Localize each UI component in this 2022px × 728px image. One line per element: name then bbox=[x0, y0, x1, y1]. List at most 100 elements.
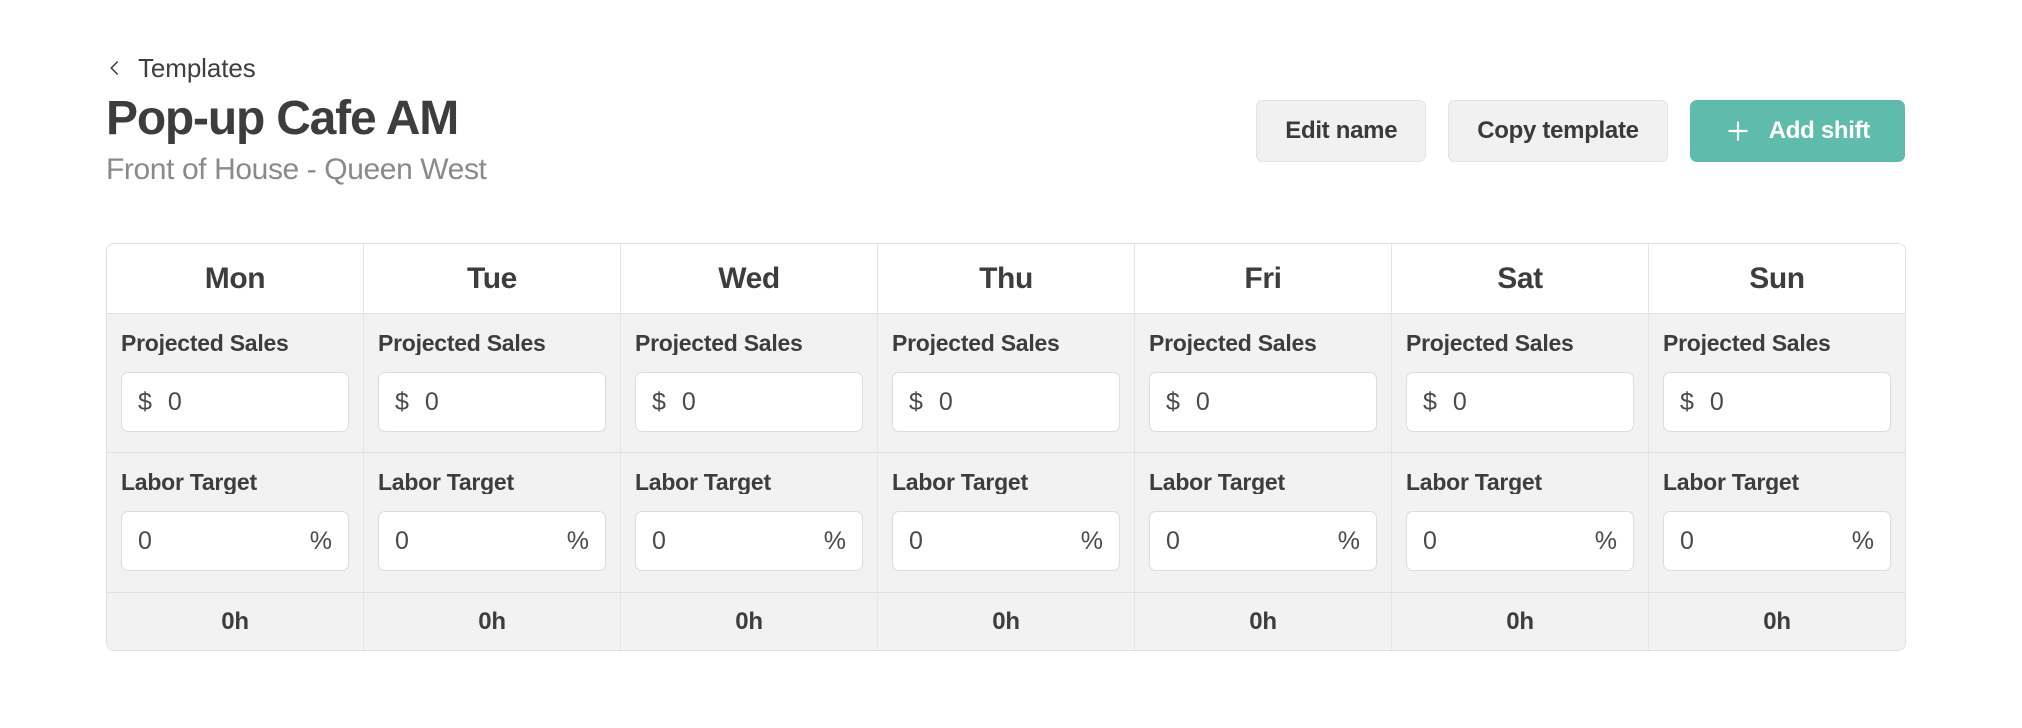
currency-symbol: $ bbox=[1166, 387, 1180, 416]
projected-sales-input-mon[interactable]: $ 0 bbox=[121, 372, 349, 432]
projected-sales-input-sat[interactable]: $ 0 bbox=[1406, 372, 1634, 432]
currency-symbol: $ bbox=[395, 387, 409, 416]
projected-sales-value: 0 bbox=[1709, 389, 1724, 415]
projected-sales-label: Projected Sales bbox=[121, 332, 289, 355]
total-hours-cell-mon: 0h bbox=[107, 593, 364, 650]
projected-sales-label: Projected Sales bbox=[635, 332, 803, 355]
copy-template-button-label: Copy template bbox=[1477, 117, 1639, 144]
total-hours-row: 0h 0h 0h 0h 0h 0h 0h bbox=[107, 593, 1905, 650]
total-hours-value: 0h bbox=[1506, 607, 1534, 635]
labor-target-input-fri[interactable]: 0 % bbox=[1149, 511, 1377, 571]
labor-target-cell-tue: Labor Target 0 % bbox=[364, 453, 621, 593]
labor-target-cell-mon: Labor Target 0 % bbox=[107, 453, 364, 593]
page-subtitle: Front of House - Queen West bbox=[106, 152, 487, 186]
projected-sales-cell-tue: Projected Sales $ 0 bbox=[364, 313, 621, 453]
projected-sales-label: Projected Sales bbox=[1663, 332, 1831, 355]
labor-target-row: Labor Target 0 % Labor Target 0 % Labor … bbox=[107, 453, 1905, 593]
plus-icon bbox=[1725, 118, 1751, 144]
projected-sales-input-tue[interactable]: $ 0 bbox=[378, 372, 606, 432]
projected-sales-input-fri[interactable]: $ 0 bbox=[1149, 372, 1377, 432]
day-label: Wed bbox=[718, 261, 780, 295]
breadcrumb-label: Templates bbox=[138, 53, 256, 83]
labor-target-label: Labor Target bbox=[378, 471, 514, 494]
labor-target-cell-sun: Labor Target 0 % bbox=[1649, 453, 1905, 593]
total-hours-value: 0h bbox=[735, 607, 763, 635]
projected-sales-input-sun[interactable]: $ 0 bbox=[1663, 372, 1891, 432]
currency-symbol: $ bbox=[909, 387, 923, 416]
total-hours-cell-thu: 0h bbox=[878, 593, 1135, 650]
percent-symbol: % bbox=[823, 526, 846, 555]
projected-sales-input-thu[interactable]: $ 0 bbox=[892, 372, 1120, 432]
day-label: Mon bbox=[204, 261, 266, 295]
total-hours-value: 0h bbox=[1763, 607, 1791, 635]
percent-symbol: % bbox=[1594, 526, 1617, 555]
labor-target-label: Labor Target bbox=[1406, 471, 1542, 494]
projected-sales-value: 0 bbox=[167, 389, 182, 415]
labor-target-cell-thu: Labor Target 0 % bbox=[878, 453, 1135, 593]
labor-target-value: 0 bbox=[1166, 528, 1180, 554]
chevron-left-icon bbox=[106, 59, 124, 77]
edit-name-button-label: Edit name bbox=[1285, 117, 1398, 144]
currency-symbol: $ bbox=[1423, 387, 1437, 416]
percent-symbol: % bbox=[1337, 526, 1360, 555]
labor-target-value: 0 bbox=[909, 528, 923, 554]
labor-target-input-sat[interactable]: 0 % bbox=[1406, 511, 1634, 571]
day-label: Fri bbox=[1244, 261, 1282, 295]
percent-symbol: % bbox=[1851, 526, 1874, 555]
percent-symbol: % bbox=[566, 526, 589, 555]
projected-sales-input-wed[interactable]: $ 0 bbox=[635, 372, 863, 432]
labor-target-value: 0 bbox=[652, 528, 666, 554]
projected-sales-label: Projected Sales bbox=[1149, 332, 1317, 355]
labor-target-input-wed[interactable]: 0 % bbox=[635, 511, 863, 571]
labor-target-label: Labor Target bbox=[635, 471, 771, 494]
projected-sales-label: Projected Sales bbox=[892, 332, 1060, 355]
total-hours-value: 0h bbox=[1249, 607, 1277, 635]
labor-target-label: Labor Target bbox=[892, 471, 1028, 494]
total-hours-cell-sun: 0h bbox=[1649, 593, 1905, 650]
labor-target-input-sun[interactable]: 0 % bbox=[1663, 511, 1891, 571]
percent-symbol: % bbox=[1080, 526, 1103, 555]
edit-name-button[interactable]: Edit name bbox=[1256, 100, 1427, 162]
labor-target-input-tue[interactable]: 0 % bbox=[378, 511, 606, 571]
page-title: Pop-up Cafe AM bbox=[106, 92, 459, 145]
table-header-row: Mon Tue Wed Thu Fri Sat Sun bbox=[107, 244, 1905, 313]
currency-symbol: $ bbox=[652, 387, 666, 416]
total-hours-value: 0h bbox=[992, 607, 1020, 635]
labor-target-label: Labor Target bbox=[1663, 471, 1799, 494]
day-header-sun: Sun bbox=[1649, 244, 1905, 313]
labor-target-cell-wed: Labor Target 0 % bbox=[621, 453, 878, 593]
add-shift-button-label: Add shift bbox=[1768, 117, 1871, 144]
projected-sales-value: 0 bbox=[938, 389, 953, 415]
projected-sales-value: 0 bbox=[424, 389, 439, 415]
copy-template-button[interactable]: Copy template bbox=[1448, 100, 1668, 162]
total-hours-cell-wed: 0h bbox=[621, 593, 878, 650]
breadcrumb-back-templates[interactable]: Templates bbox=[106, 55, 256, 81]
day-header-tue: Tue bbox=[364, 244, 621, 313]
projected-sales-cell-wed: Projected Sales $ 0 bbox=[621, 313, 878, 453]
projected-sales-cell-sat: Projected Sales $ 0 bbox=[1392, 313, 1649, 453]
total-hours-value: 0h bbox=[478, 607, 506, 635]
labor-target-value: 0 bbox=[138, 528, 152, 554]
total-hours-cell-tue: 0h bbox=[364, 593, 621, 650]
title-block: Pop-up Cafe AM Front of House - Queen We… bbox=[106, 92, 487, 188]
currency-symbol: $ bbox=[1680, 387, 1694, 416]
template-editor-page: Templates Pop-up Cafe AM Front of House … bbox=[0, 0, 2022, 728]
labor-target-cell-sat: Labor Target 0 % bbox=[1392, 453, 1649, 593]
labor-target-value: 0 bbox=[395, 528, 409, 554]
add-shift-button[interactable]: Add shift bbox=[1689, 100, 1905, 162]
projected-sales-row: Projected Sales $ 0 Projected Sales $ 0 … bbox=[107, 313, 1905, 453]
labor-target-input-thu[interactable]: 0 % bbox=[892, 511, 1120, 571]
total-hours-value: 0h bbox=[221, 607, 249, 635]
projected-sales-value: 0 bbox=[1452, 389, 1467, 415]
day-label: Sat bbox=[1497, 261, 1543, 295]
day-label: Tue bbox=[467, 261, 517, 295]
day-header-fri: Fri bbox=[1135, 244, 1392, 313]
projected-sales-label: Projected Sales bbox=[1406, 332, 1574, 355]
day-label: Thu bbox=[979, 261, 1033, 295]
currency-symbol: $ bbox=[138, 387, 152, 416]
projected-sales-cell-fri: Projected Sales $ 0 bbox=[1135, 313, 1392, 453]
labor-target-cell-fri: Labor Target 0 % bbox=[1135, 453, 1392, 593]
labor-target-input-mon[interactable]: 0 % bbox=[121, 511, 349, 571]
total-hours-cell-sat: 0h bbox=[1392, 593, 1649, 650]
day-header-mon: Mon bbox=[107, 244, 364, 313]
